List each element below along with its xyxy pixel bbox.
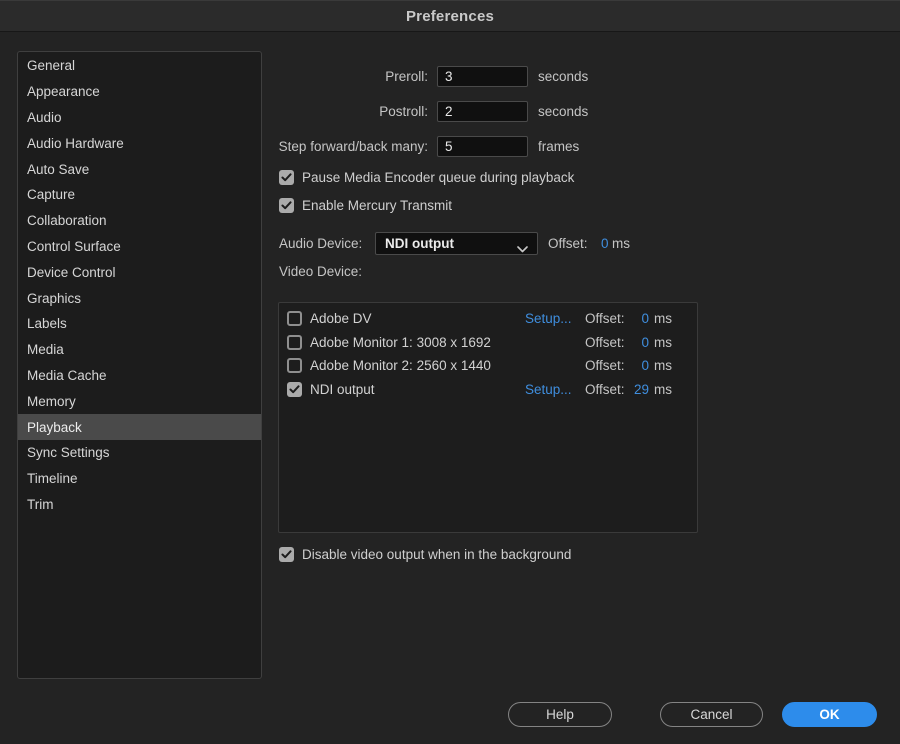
audio-device-label: Audio Device: <box>279 232 362 256</box>
video-device-offset-value[interactable]: 0 <box>609 354 649 378</box>
audio-device-row: Audio Device: NDI output Offset: 0 ms <box>0 232 900 256</box>
dialog-title: Preferences <box>406 8 494 25</box>
video-device-offset-value[interactable]: 29 <box>609 378 649 402</box>
video-device-row: Adobe Monitor 2: 2560 x 1440Offset:0ms <box>279 354 697 378</box>
pause-media-encoder-row: Pause Media Encoder queue during playbac… <box>279 170 574 185</box>
step-many-unit: frames <box>538 139 579 154</box>
preroll-row: Preroll: seconds <box>278 66 588 87</box>
cancel-button[interactable]: Cancel <box>660 702 763 727</box>
audio-offset-value[interactable]: 0 <box>601 232 609 256</box>
video-device-offset-unit: ms <box>654 354 672 378</box>
disable-video-bg-checkbox[interactable] <box>279 547 294 562</box>
audio-device-select[interactable]: NDI output <box>375 232 538 255</box>
postroll-row: Postroll: seconds <box>278 101 588 122</box>
video-device-row: Adobe DVSetup...Offset:0ms <box>279 307 697 331</box>
video-device-name: Adobe Monitor 1: 3008 x 1692 <box>310 331 491 355</box>
postroll-input[interactable] <box>437 101 528 122</box>
chevron-down-icon <box>517 241 528 256</box>
step-many-label: Step forward/back many: <box>278 139 428 154</box>
video-device-offset-unit: ms <box>654 378 672 402</box>
postroll-label: Postroll: <box>278 104 428 119</box>
pause-media-encoder-label: Pause Media Encoder queue during playbac… <box>302 170 574 185</box>
video-device-label-row: Video Device: <box>0 262 900 282</box>
postroll-unit: seconds <box>538 104 588 119</box>
video-device-label: Video Device: <box>279 262 362 282</box>
video-device-setup-link[interactable]: Setup... <box>525 307 572 331</box>
video-device-checkbox[interactable] <box>287 335 302 350</box>
video-device-row: Adobe Monitor 1: 3008 x 1692Offset:0ms <box>279 331 697 355</box>
video-device-name: Adobe DV <box>310 307 372 331</box>
video-device-row: NDI outputSetup...Offset:29ms <box>279 378 697 402</box>
help-button[interactable]: Help <box>508 702 612 727</box>
ok-button[interactable]: OK <box>782 702 877 727</box>
pause-media-encoder-checkbox[interactable] <box>279 170 294 185</box>
video-device-name: NDI output <box>310 378 375 402</box>
step-many-input[interactable] <box>437 136 528 157</box>
dialog-titlebar: Preferences <box>0 0 900 32</box>
preroll-input[interactable] <box>437 66 528 87</box>
preroll-unit: seconds <box>538 69 588 84</box>
enable-mercury-checkbox[interactable] <box>279 198 294 213</box>
video-device-offset-value[interactable]: 0 <box>609 331 649 355</box>
video-device-offset-unit: ms <box>654 307 672 331</box>
preroll-label: Preroll: <box>278 69 428 84</box>
audio-offset-label: Offset: <box>548 232 588 256</box>
audio-offset-unit: ms <box>612 232 630 256</box>
disable-video-bg-row: Disable video output when in the backgro… <box>279 547 571 562</box>
enable-mercury-row: Enable Mercury Transmit <box>279 198 452 213</box>
video-device-checkbox[interactable] <box>287 358 302 373</box>
step-many-row: Step forward/back many: frames <box>278 136 579 157</box>
video-device-checkbox[interactable] <box>287 311 302 326</box>
video-device-checkbox[interactable] <box>287 382 302 397</box>
video-device-offset-unit: ms <box>654 331 672 355</box>
audio-device-value: NDI output <box>385 236 454 251</box>
video-device-list: Adobe DVSetup...Offset:0msAdobe Monitor … <box>278 302 698 533</box>
enable-mercury-label: Enable Mercury Transmit <box>302 198 452 213</box>
video-device-offset-value[interactable]: 0 <box>609 307 649 331</box>
disable-video-bg-label: Disable video output when in the backgro… <box>302 547 571 562</box>
video-device-setup-link[interactable]: Setup... <box>525 378 572 402</box>
video-device-name: Adobe Monitor 2: 2560 x 1440 <box>310 354 491 378</box>
